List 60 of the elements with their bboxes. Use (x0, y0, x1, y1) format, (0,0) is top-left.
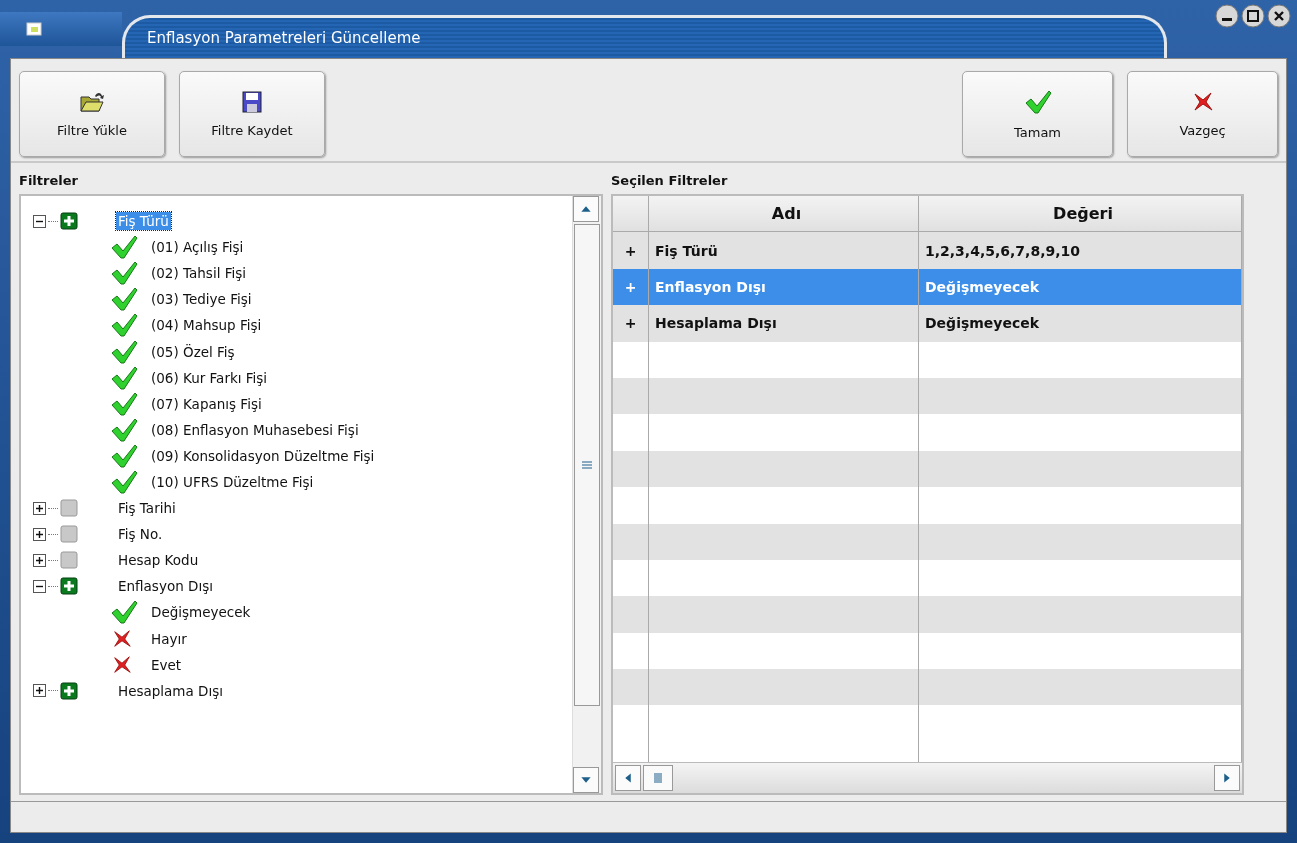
tree-item[interactable]: (09) Konsolidasyon Düzeltme Fişi (149, 446, 377, 465)
tree-item[interactable]: Değişmeyecek (149, 603, 253, 622)
toolbar-button[interactable]: Vazgeç (1127, 71, 1278, 157)
checkmark-icon (109, 234, 139, 261)
checkmark-icon (1023, 88, 1052, 115)
tree-item[interactable]: (08) Enflasyon Muhasebesi Fişi (149, 420, 361, 439)
table-row[interactable]: + Hesaplama Dışı Değişmeyecek (613, 305, 1242, 342)
panel-title: Filtreler (19, 172, 79, 188)
collapse-icon[interactable] (33, 214, 46, 228)
checkmark-icon (109, 364, 139, 391)
checkmark-icon (109, 338, 139, 365)
checkmark-icon (109, 442, 139, 469)
tree-item[interactable]: Enflasyon Dışı (116, 577, 215, 596)
folder-icon (79, 90, 105, 113)
table-cell: Hesaplama Dışı (649, 305, 919, 342)
checkmark-icon (109, 469, 139, 495)
tree-item[interactable]: Hesap Kodu (116, 551, 201, 570)
expand-icon[interactable] (33, 501, 46, 515)
scroll-up-button[interactable] (573, 196, 599, 222)
scroll-right-button[interactable] (1214, 765, 1240, 791)
expand-icon[interactable] (33, 527, 46, 541)
tree-item[interactable]: (10) UFRS Düzeltme Fişi (149, 473, 316, 491)
checkmark-icon (109, 286, 139, 313)
checkmark-icon (109, 260, 139, 287)
tree-item[interactable]: Fiş Tarihi (116, 499, 178, 518)
tree-item[interactable]: (04) Mahsup Fişi (149, 316, 264, 335)
tree-item[interactable]: Evet (149, 655, 184, 674)
checkmark-icon (109, 599, 139, 626)
table-cell: Değişmeyecek (919, 305, 1242, 342)
maximize-button[interactable] (1241, 4, 1265, 28)
checkmark-icon (109, 390, 139, 417)
toolbar-button[interactable]: Filtre Kaydet (179, 71, 325, 157)
expand-icon[interactable] (33, 684, 46, 698)
collapse-icon[interactable] (33, 579, 46, 593)
tree-item[interactable]: (02) Tahsil Fişi (149, 264, 248, 283)
tree-item[interactable]: Hayır (149, 629, 189, 648)
checkmark-icon (109, 312, 139, 339)
checkmark-icon (109, 416, 139, 443)
tree-item[interactable]: (07) Kapanış Fişi (149, 394, 264, 413)
toolbar-button[interactable]: Tamam (962, 71, 1113, 157)
expand-icon[interactable] (33, 553, 46, 567)
tree-item[interactable]: (05) Özel Fiş (149, 342, 237, 361)
scroll-down-button[interactable] (573, 767, 599, 793)
scrollbar-thumb[interactable] (574, 224, 600, 706)
panel-title: Seçilen Filtreler (611, 172, 729, 188)
minimize-button[interactable] (1215, 4, 1239, 28)
scroll-left-button[interactable] (615, 765, 641, 791)
tree-item[interactable]: Fiş No. (116, 525, 165, 544)
tree-item[interactable]: Hesaplama Dışı (116, 681, 225, 700)
close-button[interactable] (1267, 4, 1291, 28)
tree-item[interactable]: (06) Kur Farkı Fişi (149, 368, 270, 387)
scrollbar-thumb[interactable] (643, 765, 673, 791)
window-title: Enflasyon Parametreleri Güncelleme (147, 28, 421, 47)
table-row[interactable]: + Fiş Türü 1,2,3,4,5,6,7,8,9,10 (613, 232, 1242, 269)
tree-item[interactable]: (01) Açılış Fişi (149, 238, 246, 257)
table-cell: 1,2,3,4,5,6,7,8,9,10 (919, 232, 1242, 269)
window-icon (26, 22, 42, 36)
tree-item[interactable]: (03) Tediye Fişi (149, 290, 254, 309)
table-cell: Fiş Türü (649, 232, 919, 269)
toolbar-button[interactable]: Filtre Yükle (19, 71, 165, 157)
